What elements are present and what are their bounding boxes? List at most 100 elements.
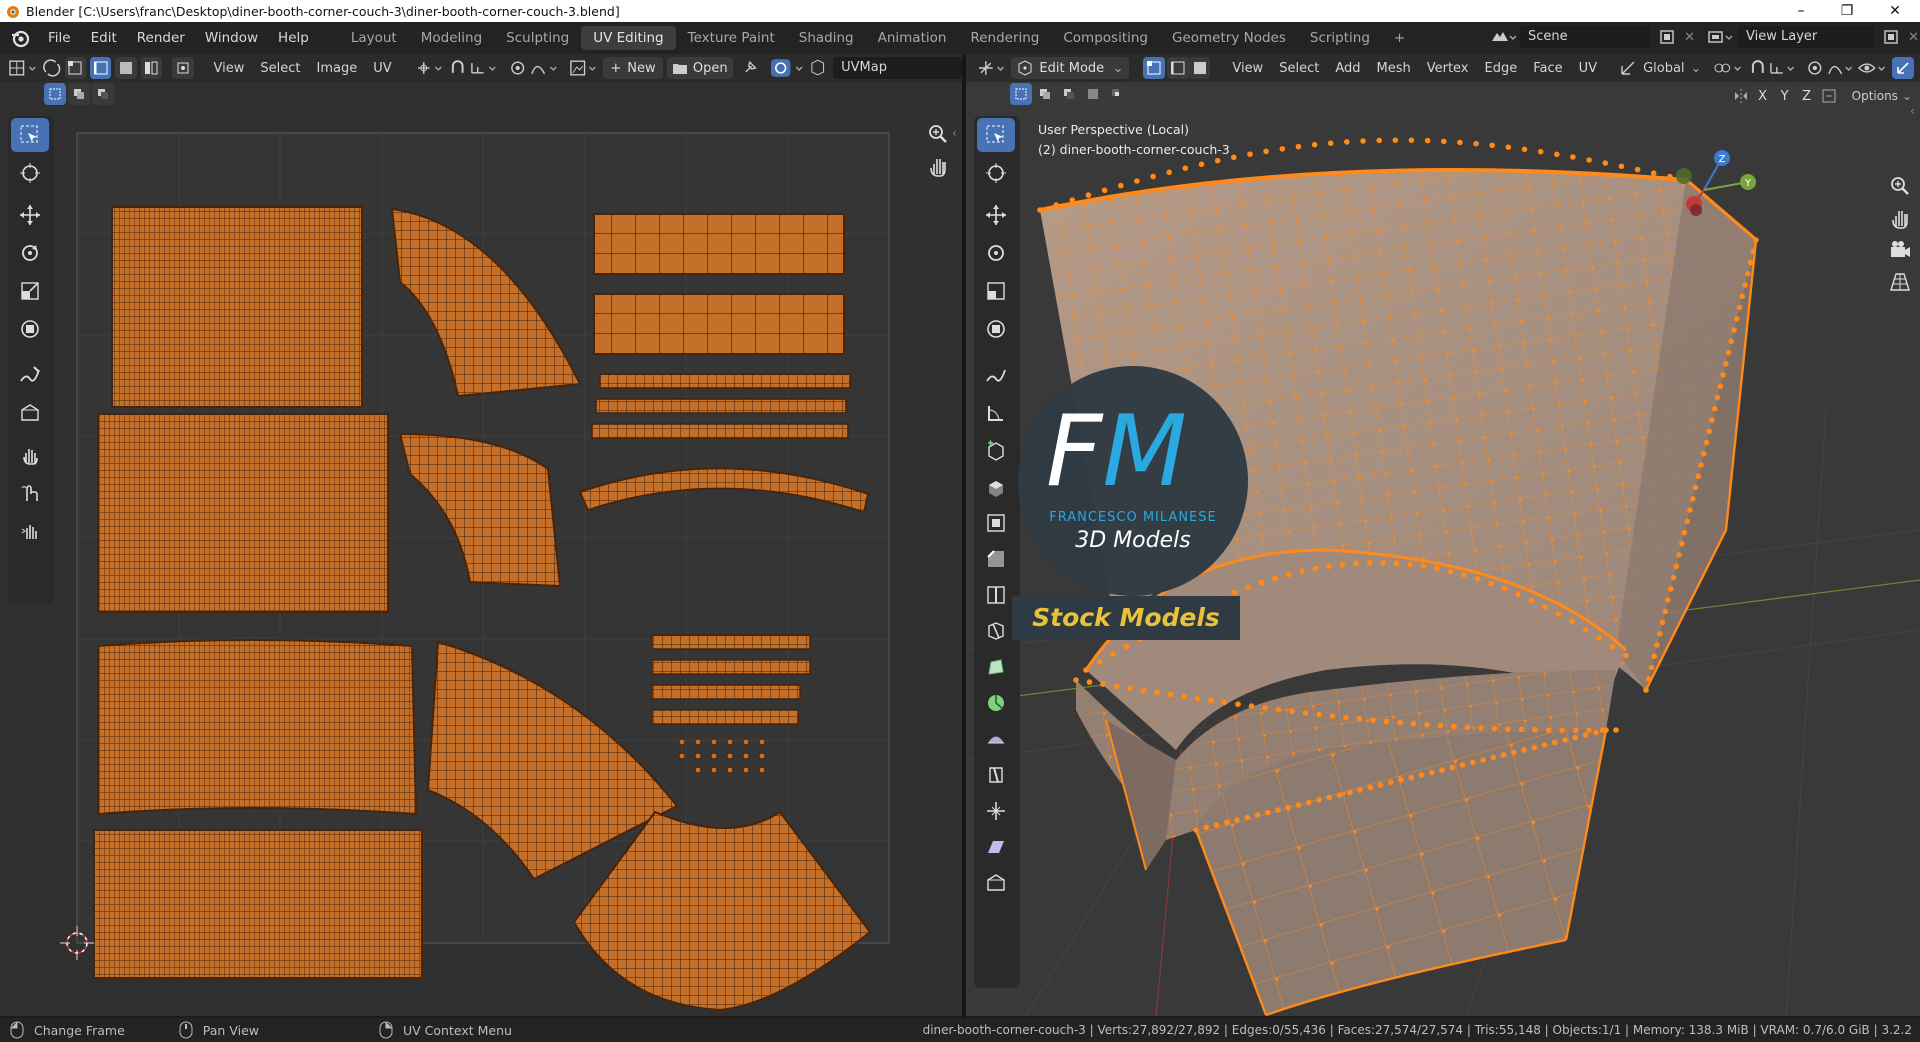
scene-field[interactable]: Scene bbox=[1520, 26, 1650, 48]
vp-menu-vertex[interactable]: Vertex bbox=[1419, 61, 1477, 76]
shrink-fatten-tool[interactable] bbox=[977, 794, 1015, 828]
face-mode-button[interactable] bbox=[1188, 57, 1211, 79]
vp-scale-tool[interactable] bbox=[977, 274, 1015, 308]
island-select-mode-button[interactable] bbox=[140, 57, 163, 79]
mirror-z-toggle[interactable]: Z bbox=[1797, 85, 1816, 107]
uv-island[interactable] bbox=[595, 398, 847, 414]
tab-modeling[interactable]: Modeling bbox=[409, 26, 494, 50]
tab-rendering[interactable]: Rendering bbox=[958, 26, 1051, 50]
tab-shading[interactable]: Shading bbox=[787, 26, 866, 50]
relax-tool[interactable] bbox=[11, 476, 49, 510]
pin-icon[interactable] bbox=[739, 57, 760, 79]
view-layer-field[interactable]: View Layer bbox=[1738, 26, 1874, 48]
vp-menu-face[interactable]: Face bbox=[1525, 61, 1570, 76]
vp-rotate-tool[interactable] bbox=[977, 236, 1015, 270]
tab-uv-editing[interactable]: UV Editing bbox=[581, 26, 676, 50]
vp-select-extend-button[interactable] bbox=[1034, 83, 1056, 105]
uv-island[interactable] bbox=[593, 293, 845, 355]
vp-menu-select[interactable]: Select bbox=[1271, 61, 1327, 76]
vp-select-invert-button[interactable] bbox=[1082, 83, 1104, 105]
visibility-eye-icon[interactable] bbox=[1857, 57, 1890, 79]
mode-dropdown[interactable]: Edit Mode ⌄ bbox=[1011, 57, 1130, 79]
select-extend-button[interactable] bbox=[68, 83, 90, 105]
snap-target-icon[interactable] bbox=[468, 57, 501, 79]
proportional-editing-icon[interactable] bbox=[1804, 57, 1826, 79]
vp-sidebar-toggle-icon[interactable]: ‹ bbox=[1910, 104, 1915, 118]
uv-menu-view[interactable]: View bbox=[206, 61, 253, 76]
uv-island[interactable] bbox=[599, 373, 851, 389]
edge-slide-tool[interactable] bbox=[977, 758, 1015, 792]
uv-menu-uv[interactable]: UV bbox=[365, 61, 399, 76]
grab-tool[interactable] bbox=[11, 438, 49, 472]
minimize-button[interactable]: – bbox=[1778, 0, 1824, 22]
uv-island[interactable] bbox=[651, 709, 799, 725]
uv-island[interactable] bbox=[97, 413, 389, 613]
mirror-y-toggle[interactable]: Y bbox=[1775, 85, 1794, 107]
rip-region-tool[interactable] bbox=[977, 866, 1015, 900]
smooth-tool[interactable] bbox=[977, 722, 1015, 756]
new-scene-icon[interactable] bbox=[1656, 26, 1678, 48]
sidebar-toggle-icon[interactable]: ‹ bbox=[952, 126, 957, 140]
move-tool[interactable] bbox=[11, 198, 49, 232]
sticky-selection-icon[interactable] bbox=[172, 57, 194, 79]
vp-menu-mesh[interactable]: Mesh bbox=[1368, 61, 1418, 76]
uv-canvas[interactable] bbox=[60, 114, 900, 1014]
view-layer-icon[interactable] bbox=[1704, 26, 1734, 48]
gizmo-icon[interactable] bbox=[1892, 57, 1915, 79]
perspective-toggle-icon[interactable] bbox=[1888, 270, 1912, 294]
snap-magnet-icon[interactable] bbox=[1747, 57, 1769, 79]
uv-menu-select[interactable]: Select bbox=[252, 61, 308, 76]
auto-merge-icon[interactable] bbox=[1820, 87, 1840, 105]
tab-scripting[interactable]: Scripting bbox=[1298, 26, 1382, 50]
spin-tool[interactable] bbox=[977, 686, 1015, 720]
add-workspace-button[interactable]: + bbox=[1382, 26, 1417, 50]
uv-island[interactable] bbox=[97, 639, 418, 816]
proportional-edit-icon[interactable] bbox=[507, 57, 528, 79]
rotate-tool[interactable] bbox=[11, 236, 49, 270]
vp-menu-add[interactable]: Add bbox=[1327, 61, 1368, 76]
vertex-select-mode-button[interactable] bbox=[64, 57, 86, 79]
cursor-tool[interactable] bbox=[11, 156, 49, 190]
tab-geometry-nodes[interactable]: Geometry Nodes bbox=[1160, 26, 1298, 50]
vp-select-intersect-button[interactable] bbox=[1106, 83, 1128, 105]
vp-menu-edge[interactable]: Edge bbox=[1477, 61, 1526, 76]
shear-tool[interactable] bbox=[977, 830, 1015, 864]
menu-help[interactable]: Help bbox=[268, 30, 319, 46]
vertex-mode-button[interactable] bbox=[1143, 57, 1166, 79]
tab-layout[interactable]: Layout bbox=[339, 26, 409, 50]
camera-view-icon[interactable] bbox=[1888, 238, 1912, 262]
menu-file[interactable]: File bbox=[38, 30, 81, 46]
gizmo-neg-x[interactable] bbox=[1690, 204, 1702, 216]
gizmo-neg-y[interactable] bbox=[1676, 168, 1692, 184]
select-box-tool[interactable] bbox=[11, 118, 49, 152]
snap-icon[interactable] bbox=[447, 57, 468, 79]
rip-tool[interactable] bbox=[11, 396, 49, 430]
tab-animation[interactable]: Animation bbox=[866, 26, 959, 50]
pivot-point-icon[interactable] bbox=[414, 57, 447, 79]
delete-view-layer-icon[interactable]: ✕ bbox=[1908, 30, 1919, 45]
tab-sculpting[interactable]: Sculpting bbox=[494, 26, 581, 50]
scene-icon[interactable] bbox=[1486, 26, 1516, 48]
open-image-button[interactable]: Open bbox=[667, 57, 734, 79]
close-window-button[interactable]: ✕ bbox=[1872, 0, 1918, 22]
image-browse-icon[interactable] bbox=[568, 57, 601, 79]
gizmo-toggle-icon[interactable] bbox=[769, 57, 808, 79]
annotate-tool[interactable] bbox=[11, 358, 49, 392]
menu-render[interactable]: Render bbox=[127, 30, 195, 46]
uv-island[interactable] bbox=[651, 684, 801, 700]
select-subtract-button[interactable] bbox=[92, 83, 114, 105]
snap-element-icon[interactable] bbox=[1768, 57, 1799, 79]
tab-texture-paint[interactable]: Texture Paint bbox=[676, 26, 787, 50]
vp-select-box-tool[interactable] bbox=[977, 118, 1015, 152]
vp-transform-tool[interactable] bbox=[977, 312, 1015, 346]
pivot-icon[interactable] bbox=[1711, 57, 1746, 79]
zoom-icon[interactable] bbox=[926, 122, 950, 146]
scale-tool[interactable] bbox=[11, 274, 49, 308]
editor-type-icon[interactable] bbox=[8, 57, 41, 79]
edge-mode-button[interactable] bbox=[1167, 57, 1189, 79]
tab-compositing[interactable]: Compositing bbox=[1051, 26, 1160, 50]
menu-window[interactable]: Window bbox=[195, 30, 268, 46]
delete-scene-icon[interactable]: ✕ bbox=[1684, 30, 1695, 45]
vp-menu-view[interactable]: View bbox=[1224, 61, 1271, 76]
transform-tool[interactable] bbox=[11, 312, 49, 346]
